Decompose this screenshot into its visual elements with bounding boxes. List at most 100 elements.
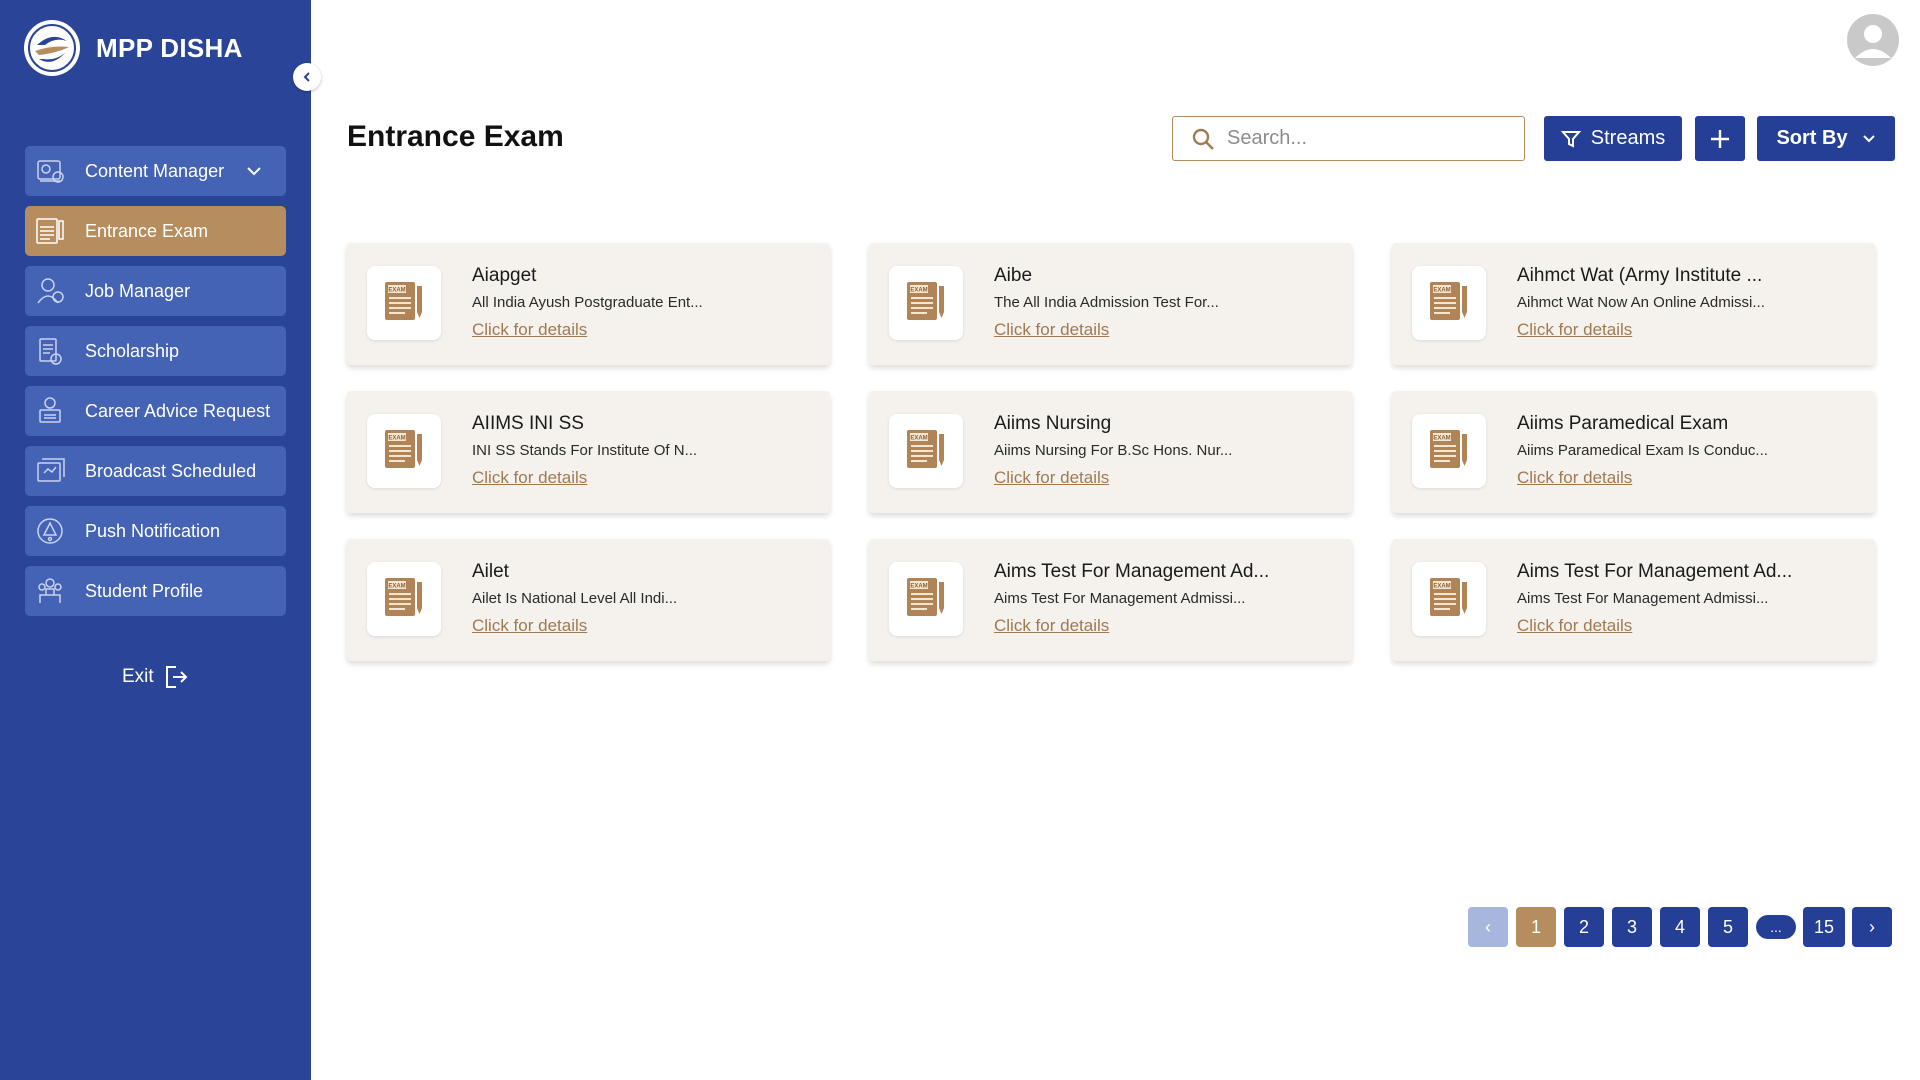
logout-icon [162, 664, 188, 690]
exam-card-description: Aims Test For Management Admissi... [994, 590, 1246, 607]
exam-card-description: INI SS Stands For Institute Of N... [472, 442, 698, 459]
sidebar-item-label: Scholarship [85, 340, 180, 361]
chevron-left-icon [303, 72, 310, 82]
streams-filter-button[interactable]: Streams [1544, 116, 1682, 161]
sidebar-item-push-notification[interactable]: Push Notification [25, 506, 286, 556]
pagination-page[interactable]: 5 [1708, 907, 1748, 947]
sidebar-item-content-manager[interactable]: Content Manager [25, 146, 286, 196]
exam-card[interactable]: EXAM Aibe The All India Admission Test For… [869, 243, 1352, 365]
details-link[interactable]: Click for details [472, 468, 587, 488]
exam-card[interactable]: EXAM Aims Test For Management Ad... Aims T… [1392, 539, 1875, 661]
svg-text:EXAM: EXAM [388, 583, 405, 589]
pagination-next[interactable]: › [1852, 907, 1892, 947]
sidebar-nav: Content Manager Entrance Exam Job Manage… [25, 146, 286, 626]
sidebar-item-scholarship[interactable]: Scholarship [25, 326, 286, 376]
svg-text:EXAM: EXAM [1433, 435, 1450, 441]
sidebar-item-job-manager[interactable]: Job Manager [25, 266, 286, 316]
exam-card-description: Aims Test For Management Admissi... [1517, 590, 1769, 607]
exam-icon: EXAM [1426, 278, 1472, 329]
career-advice-icon [33, 394, 67, 428]
sidebar: MPP DISHA Content Manager Entrance Exam … [0, 0, 321, 1080]
exam-card[interactable]: EXAM AIIMS INI SS INI SS Stands For Instit… [347, 391, 830, 513]
pagination-ellipsis[interactable]: ... [1756, 915, 1796, 939]
exam-thumbnail: EXAM [889, 266, 963, 340]
exam-card[interactable]: EXAM Aiims Paramedical Exam Aiims Paramedi… [1392, 391, 1875, 513]
exam-thumbnail: EXAM [889, 414, 963, 488]
exam-card[interactable]: EXAM Aihmct Wat (Army Institute ... Aihmct… [1392, 243, 1875, 365]
details-link[interactable]: Click for details [472, 320, 587, 340]
exam-card[interactable]: EXAM Ailet Ailet Is National Level All Ind… [347, 539, 830, 661]
exam-card-title: AIIMS INI SS [472, 413, 584, 434]
sidebar-item-career-advice-request[interactable]: Career Advice Request [25, 386, 286, 436]
search-input[interactable] [1227, 127, 1507, 150]
exam-card-title: Aims Test For Management Ad... [994, 561, 1270, 582]
brand[interactable]: MPP DISHA [24, 20, 243, 76]
exit-button[interactable]: Exit [122, 664, 188, 690]
sidebar-item-broadcast-scheduled[interactable]: Broadcast Scheduled [25, 446, 286, 496]
details-link[interactable]: Click for details [1517, 320, 1632, 340]
page-number: 15 [1813, 916, 1835, 937]
sort-label: Sort By [1776, 127, 1848, 149]
exam-card-title: Aiapget [472, 265, 537, 286]
exam-icon: EXAM [903, 426, 949, 477]
exam-card-title: Aiims Paramedical Exam [1517, 413, 1729, 434]
page-number: 3 [1626, 916, 1637, 937]
pagination-page[interactable]: 1 [1516, 907, 1556, 947]
content-manager-icon [33, 154, 67, 188]
svg-text:EXAM: EXAM [910, 583, 927, 589]
ellipsis-text: ... [1770, 919, 1782, 935]
app-logo [24, 20, 80, 76]
pagination-page[interactable]: 3 [1612, 907, 1652, 947]
details-link[interactable]: Click for details [994, 468, 1109, 488]
exam-thumbnail: EXAM [367, 414, 441, 488]
exam-card-title: Aiims Nursing [994, 413, 1112, 434]
sidebar-item-label: Career Advice Request [85, 400, 271, 421]
exam-card-description: Aiims Nursing For B.Sc Hons. Nur... [994, 442, 1233, 459]
exam-icon [33, 214, 67, 248]
pagination-page[interactable]: 2 [1564, 907, 1604, 947]
exam-thumbnail: EXAM [889, 562, 963, 636]
exam-icon: EXAM [1426, 574, 1472, 625]
pagination-page-last[interactable]: 15 [1803, 907, 1845, 947]
exam-card-title: Aibe [994, 265, 1033, 286]
exam-card-description: The All India Admission Test For... [994, 294, 1219, 311]
pagination-prev[interactable]: ‹ [1468, 907, 1508, 947]
details-link[interactable]: Click for details [1517, 468, 1632, 488]
details-link[interactable]: Click for details [1517, 616, 1632, 636]
details-link[interactable]: Click for details [994, 320, 1109, 340]
push-notification-icon [33, 514, 67, 548]
sidebar-item-label: Student Profile [85, 580, 204, 601]
details-link[interactable]: Click for details [472, 616, 587, 636]
svg-text:EXAM: EXAM [388, 435, 405, 441]
user-avatar[interactable] [1847, 14, 1899, 66]
sort-by-button[interactable]: Sort By [1757, 116, 1895, 161]
exam-card-title: Aihmct Wat (Army Institute ... [1517, 265, 1763, 286]
exam-thumbnail: EXAM [1412, 414, 1486, 488]
scholarship-icon [33, 334, 67, 368]
svg-text:EXAM: EXAM [1433, 287, 1450, 293]
sidebar-item-student-profile[interactable]: Student Profile [25, 566, 286, 616]
exam-icon: EXAM [903, 574, 949, 625]
exam-card[interactable]: EXAM Aiapget All India Ayush Postgraduate … [347, 243, 830, 365]
svg-text:EXAM: EXAM [1433, 583, 1450, 589]
exam-card-title: Ailet [472, 561, 509, 582]
exam-thumbnail: EXAM [1412, 266, 1486, 340]
exam-card-description: Aihmct Wat Now An Online Admissi... [1517, 294, 1765, 311]
svg-text:EXAM: EXAM [910, 435, 927, 441]
sidebar-item-label: Entrance Exam [85, 220, 209, 241]
sidebar-item-entrance-exam[interactable]: Entrance Exam [25, 206, 286, 256]
search-box[interactable] [1172, 116, 1525, 161]
chevron-down-icon[interactable] [246, 166, 262, 176]
user-icon [1855, 25, 1891, 58]
exam-card-description: Aiims Paramedical Exam Is Conduc... [1517, 442, 1768, 459]
details-link[interactable]: Click for details [994, 616, 1109, 636]
streams-label: Streams [1590, 127, 1666, 149]
chevron-left-icon: ‹ [1485, 916, 1491, 937]
filter-icon [1560, 129, 1581, 149]
sidebar-collapse-button[interactable] [293, 63, 321, 91]
broadcast-icon [33, 454, 67, 488]
exam-card[interactable]: EXAM Aims Test For Management Ad... Aims T… [869, 539, 1352, 661]
exam-card[interactable]: EXAM Aiims Nursing Aiims Nursing For B.Sc … [869, 391, 1352, 513]
pagination-page[interactable]: 4 [1660, 907, 1700, 947]
add-button[interactable] [1695, 116, 1745, 161]
